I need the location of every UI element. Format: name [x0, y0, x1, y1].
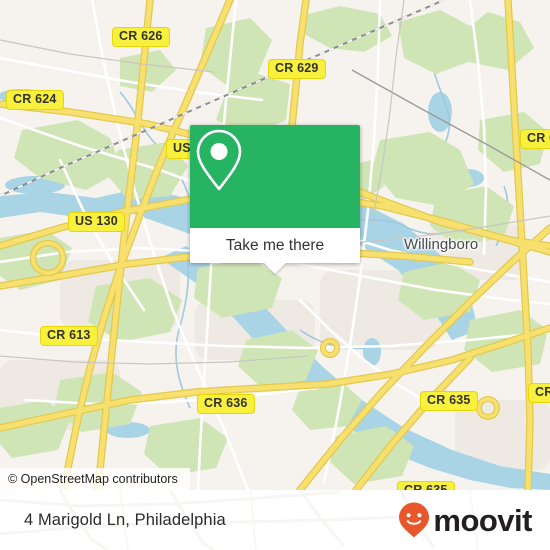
moovit-pin-icon	[399, 502, 430, 538]
moovit-wordmark: moovit	[433, 502, 532, 538]
attribution-label: © OpenStreetMap contributors	[8, 472, 178, 486]
map-attribution[interactable]: © OpenStreetMap contributors	[0, 468, 190, 490]
popup-pointer	[264, 263, 286, 274]
map-pin-icon	[196, 129, 242, 191]
road-shield-cr629: CR 629	[268, 59, 326, 79]
road-shield-cr635: CR 635	[420, 391, 478, 411]
road-shield-cr6: CR 6	[528, 383, 550, 403]
road-shield-cr635-bottom: CR 635	[397, 481, 455, 490]
take-me-there-button[interactable]: Take me there	[190, 228, 360, 263]
bottom-bar: 4 Marigold Ln, Philadelphia moovit	[0, 490, 550, 550]
take-me-there-label: Take me there	[225, 236, 325, 254]
destination-popup[interactable]: Take me there	[190, 125, 360, 274]
popup-header	[190, 125, 360, 228]
address-label: 4 Marigold Ln, Philadelphia	[24, 510, 226, 529]
road-shield-cr626: CR 626	[112, 27, 170, 47]
road-shield-us130: US 130	[68, 212, 125, 232]
moovit-map-screen: CR 626 CR 629 CR 624 US CR 63 US 130 CR …	[0, 0, 550, 550]
place-label-willingboro: Willingboro	[404, 236, 479, 253]
road-shield-cr63: CR 63	[520, 129, 550, 149]
road-shield-cr613: CR 613	[40, 326, 98, 346]
moovit-logo[interactable]: moovit	[397, 501, 532, 539]
road-shield-cr636: CR 636	[197, 394, 255, 414]
map-canvas[interactable]: CR 626 CR 629 CR 624 US CR 63 US 130 CR …	[0, 0, 550, 490]
road-shield-cr624: CR 624	[6, 90, 64, 110]
bottom-bar-content: 4 Marigold Ln, Philadelphia moovit	[0, 490, 550, 550]
